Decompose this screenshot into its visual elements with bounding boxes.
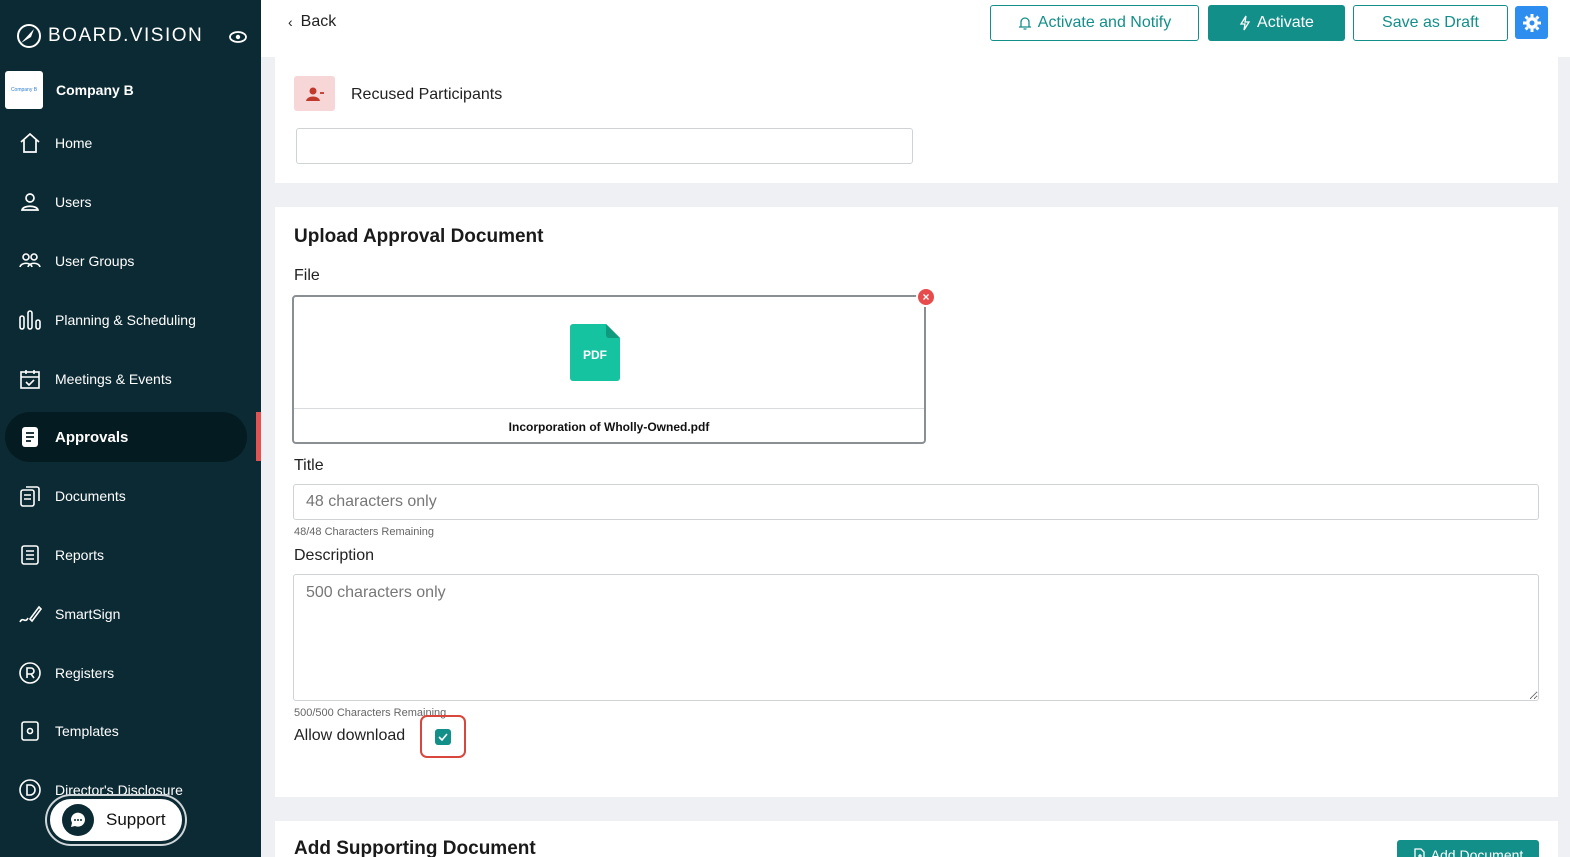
active-indicator [256, 412, 261, 461]
sidebar-item-label: User Groups [55, 253, 135, 269]
activate-and-notify-label: Activate and Notify [1037, 14, 1172, 31]
registered-icon [19, 662, 41, 684]
bar-chart-icon [19, 310, 41, 330]
signature-pen-icon [19, 605, 42, 623]
file-name: Incorporation of Wholly-Owned.pdf [508, 420, 710, 434]
documents-icon [20, 486, 40, 507]
sidebar-item-label: Users [55, 194, 92, 210]
back-label: Back [300, 13, 337, 30]
sidebar-item-label: SmartSign [55, 606, 121, 622]
sidebar-item-templates[interactable]: Templates [0, 706, 261, 756]
sidebar-item-reports[interactable]: Reports [0, 530, 261, 580]
support-button[interactable]: Support [47, 796, 185, 844]
activate-label: Activate [1257, 14, 1314, 31]
allow-download-label: Allow download [294, 727, 406, 744]
sidebar-item-registers[interactable]: Registers [0, 648, 261, 698]
board-vision-logo-icon [17, 24, 41, 48]
brand-logo[interactable]: BOARD.VISION [16, 22, 203, 50]
file-label: File [294, 267, 320, 284]
save-as-draft-label: Save as Draft [1382, 14, 1479, 31]
user-icon [20, 193, 40, 211]
description-label: Description [294, 547, 375, 564]
back-button[interactable]: ‹ Back [288, 13, 336, 31]
save-as-draft-button[interactable]: Save as Draft [1353, 5, 1508, 41]
description-textarea[interactable] [293, 574, 1539, 701]
brand-name: BOARD.VISION [48, 25, 204, 46]
pdf-file-icon: PDF [570, 324, 620, 381]
allow-download-highlight [420, 715, 466, 758]
sidebar-item-label: Planning & Scheduling [55, 312, 196, 328]
add-document-button[interactable]: Add Document [1397, 840, 1539, 857]
sidebar-item-label: Registers [55, 665, 115, 681]
chevron-left-icon: ‹ [288, 14, 293, 30]
recused-participants-panel: Recused Participants [275, 57, 1558, 183]
sidebar-item-label: Reports [55, 547, 105, 563]
title-input[interactable] [293, 484, 1539, 520]
sidebar-item-label: Approvals [55, 428, 129, 446]
add-document-label: Add Document [1430, 847, 1524, 857]
sidebar-item-documents[interactable]: Documents [0, 471, 261, 521]
close-icon: × [922, 290, 930, 304]
sidebar-item-label: Home [55, 135, 93, 151]
activate-button[interactable]: Activate [1208, 5, 1345, 41]
sidebar-item-planning[interactable]: Planning & Scheduling [0, 295, 261, 345]
sidebar-item-home[interactable]: Home [0, 118, 261, 168]
pdf-type-label: PDF [583, 348, 607, 362]
activate-and-notify-button[interactable]: Activate and Notify [990, 5, 1199, 41]
supporting-document-panel: Add Supporting Document Add Document [275, 821, 1558, 857]
approval-doc-icon [22, 427, 38, 447]
recused-participants-label: Recused Participants [351, 86, 503, 103]
upload-approval-document-panel: Upload Approval Document File PDF Incorp… [275, 207, 1558, 797]
sidebar-item-label: Documents [55, 488, 126, 504]
sidebar-item-meetings[interactable]: Meetings & Events [0, 354, 261, 404]
sidebar-item-user-groups[interactable]: User Groups [0, 236, 261, 286]
sidebar-item-smartsign[interactable]: SmartSign [0, 589, 261, 639]
disclosure-icon [19, 779, 41, 801]
lightning-icon [1239, 15, 1251, 31]
remove-file-button[interactable]: × [916, 287, 936, 307]
supporting-section-title: Add Supporting Document [294, 838, 536, 857]
sidebar-item-label: Meetings & Events [55, 371, 172, 387]
home-icon [20, 132, 40, 153]
template-icon [21, 721, 39, 741]
checkmark-icon [438, 732, 448, 741]
company-name: Company B [56, 82, 134, 98]
sidebar: BOARD.VISION Company B Company B Home Us… [0, 0, 261, 857]
recused-user-icon [294, 76, 335, 111]
company-logo: Company B [5, 71, 43, 109]
user-group-icon [19, 253, 41, 268]
title-label: Title [294, 457, 324, 474]
add-file-icon [1414, 848, 1425, 857]
recused-participants-input[interactable] [296, 128, 913, 164]
settings-button[interactable] [1515, 6, 1548, 39]
upload-section-title: Upload Approval Document [294, 226, 544, 247]
allow-download-checkbox[interactable] [435, 728, 451, 745]
calendar-icon [20, 370, 40, 389]
topbar: ‹ Back Activate and Notify Activate Save… [261, 0, 1570, 57]
sidebar-item-users[interactable]: Users [0, 177, 261, 227]
report-icon [21, 545, 39, 565]
sidebar-item-label: Templates [55, 723, 119, 739]
sidebar-item-approvals[interactable]: Approvals [5, 412, 247, 462]
company-switcher[interactable]: Company B Company B [5, 71, 134, 109]
divider [294, 408, 924, 409]
support-label: Support [106, 810, 166, 829]
eye-icon[interactable] [229, 30, 247, 44]
uploaded-file-card[interactable]: PDF Incorporation of Wholly-Owned.pdf [292, 295, 926, 444]
title-char-counter: 48/48 Characters Remaining [294, 526, 435, 538]
chat-bubble-icon [62, 804, 94, 836]
bell-icon [1018, 16, 1031, 30]
gear-icon [1522, 13, 1541, 32]
